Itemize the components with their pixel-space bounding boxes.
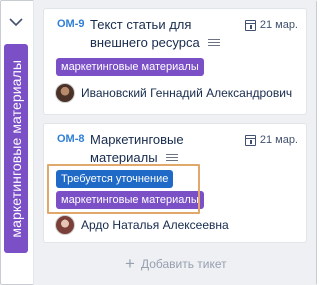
due-date: 21 мар. <box>244 134 298 146</box>
ticket-title-text: Текст статьи для внешнего ресурса <box>90 17 200 50</box>
calendar-icon <box>244 134 256 146</box>
due-date: 21 мар. <box>244 19 298 31</box>
avatar <box>55 215 75 235</box>
chevron-down-icon <box>9 17 23 26</box>
ticket-column: ОМ-9 Текст статьи для внешнего ресурса 2… <box>34 0 316 285</box>
ticket-key[interactable]: ОМ-8 <box>57 133 85 145</box>
description-icon <box>208 38 221 47</box>
assignee-name: Ардо Наталья Алексеевна <box>81 218 229 232</box>
description-icon <box>166 153 179 162</box>
ticket-title[interactable]: Текст статьи для внешнего ресурса <box>90 16 240 52</box>
ticket-key[interactable]: ОМ-9 <box>57 18 85 30</box>
tag-badge[interactable]: маркетинговые материалы <box>56 58 204 76</box>
ticket-card[interactable]: ОМ-9 Текст статьи для внешнего ресурса 2… <box>43 8 307 115</box>
calendar-icon <box>244 19 256 31</box>
column-title-label[interactable]: маркетинговые материалы <box>4 44 28 253</box>
assignee[interactable]: Ивановский Геннадий Александрович <box>55 83 292 103</box>
assignee[interactable]: Ардо Наталья Алексеевна <box>55 215 229 235</box>
collapse-column-button[interactable] <box>7 14 25 30</box>
selection-highlight <box>47 164 200 214</box>
due-date-text: 21 мар. <box>259 134 298 146</box>
ticket-title[interactable]: Маркетинговые материалы <box>90 131 240 167</box>
add-ticket-button[interactable]: + Добавить тикет <box>125 254 227 273</box>
assignee-name: Ивановский Геннадий Александрович <box>81 86 293 100</box>
column-title-text: маркетинговые материалы <box>8 59 24 238</box>
add-ticket-label: Добавить тикет <box>140 257 227 271</box>
plus-icon: + <box>125 254 135 273</box>
avatar <box>55 83 75 103</box>
due-date-text: 21 мар. <box>259 19 298 31</box>
